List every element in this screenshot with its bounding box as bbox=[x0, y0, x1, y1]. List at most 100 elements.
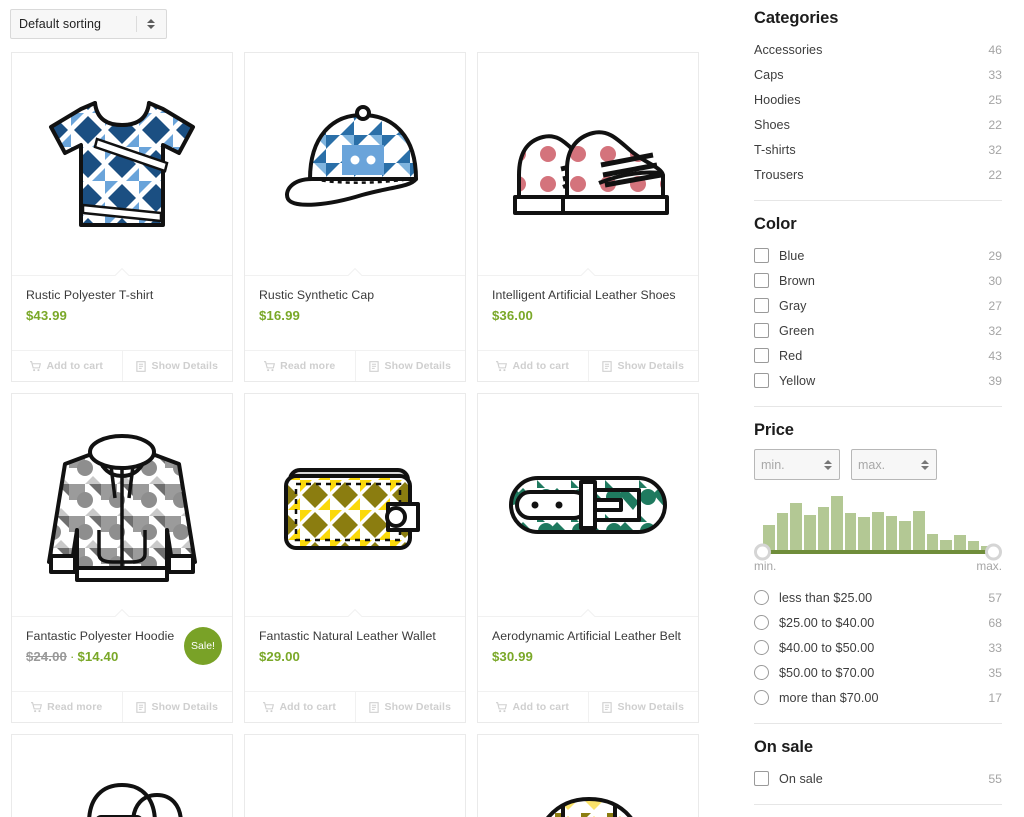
checkbox[interactable] bbox=[754, 373, 769, 388]
category-item[interactable]: Hoodies 25 bbox=[754, 87, 1002, 112]
add-to-cart-button[interactable]: Add to cart bbox=[478, 692, 588, 722]
product-listing-page: Default sorting Rustic Polyester T-shirt… bbox=[0, 0, 1024, 817]
secondary-action-label: Show Details bbox=[384, 701, 452, 713]
price-range-item[interactable]: $50.00 to $70.00 35 bbox=[754, 660, 1002, 685]
color-filter-item[interactable]: Red 43 bbox=[754, 343, 1002, 368]
histogram-bar bbox=[926, 534, 939, 550]
category-item[interactable]: Shoes 22 bbox=[754, 112, 1002, 137]
category-item[interactable]: Caps 33 bbox=[754, 62, 1002, 87]
category-item[interactable]: Accessories 46 bbox=[754, 37, 1002, 62]
color-filter-item[interactable]: Yellow 39 bbox=[754, 368, 1002, 393]
add-to-cart-button[interactable]: Add to cart bbox=[245, 692, 355, 722]
product-price: $36.00 bbox=[492, 308, 684, 323]
on-sale-label: On sale bbox=[779, 771, 823, 786]
product-actions: Add to cart Show Details bbox=[478, 691, 698, 722]
checkbox[interactable] bbox=[754, 323, 769, 338]
product-card[interactable]: Intelligent Artificial Leather Shoes $36… bbox=[477, 52, 699, 382]
spinner-updown-icon[interactable] bbox=[822, 459, 833, 470]
price-range-item[interactable]: $40.00 to $50.00 33 bbox=[754, 635, 1002, 660]
add-to-cart-button[interactable]: Add to cart bbox=[12, 351, 122, 381]
product-title[interactable]: Aerodynamic Artificial Leather Belt bbox=[492, 629, 684, 645]
color-filter-list: Blue 29 Brown 30 Gray 27 Green 32 Red 43 Yellow 39 bbox=[754, 243, 1002, 393]
product-card[interactable]: Fantastic Natural Leather Wallet $29.00 … bbox=[244, 393, 466, 723]
color-filter-item[interactable]: Gray 27 bbox=[754, 293, 1002, 318]
products-toolbar: Default sorting bbox=[0, 0, 744, 52]
sort-by-select[interactable]: Default sorting bbox=[10, 9, 167, 39]
product-card[interactable] bbox=[477, 734, 699, 817]
on-sale-item[interactable]: On sale 55 bbox=[754, 766, 1002, 791]
color-filter-item[interactable]: Brown 30 bbox=[754, 268, 1002, 293]
checkbox[interactable] bbox=[754, 771, 769, 786]
show-details-button[interactable]: Show Details bbox=[121, 692, 233, 722]
checkbox[interactable] bbox=[754, 248, 769, 263]
primary-action-label: Add to cart bbox=[279, 701, 337, 713]
show-details-button[interactable]: Show Details bbox=[354, 351, 466, 381]
product-title[interactable]: Fantastic Natural Leather Wallet bbox=[259, 629, 451, 645]
color-filter-item[interactable]: Blue 29 bbox=[754, 243, 1002, 268]
category-item[interactable]: T-shirts 32 bbox=[754, 137, 1002, 162]
show-details-button[interactable]: Show Details bbox=[354, 692, 466, 722]
product-info: Aerodynamic Artificial Leather Belt $30.… bbox=[478, 617, 698, 691]
radio-button[interactable] bbox=[754, 615, 769, 630]
radio-button[interactable] bbox=[754, 690, 769, 705]
product-title[interactable]: Intelligent Artificial Leather Shoes bbox=[492, 288, 684, 304]
product-price-value: $43.99 bbox=[26, 307, 67, 323]
product-card[interactable]: Rustic Polyester T-shirt $43.99 Add to c… bbox=[11, 52, 233, 382]
histogram-bar bbox=[872, 511, 884, 550]
radio-button[interactable] bbox=[754, 665, 769, 680]
product-image[interactable] bbox=[245, 394, 465, 616]
add-to-cart-button[interactable]: Add to cart bbox=[478, 351, 588, 381]
product-image[interactable] bbox=[478, 735, 698, 817]
price-min-field[interactable]: min. bbox=[754, 449, 840, 480]
product-old-price: $24.00 bbox=[26, 648, 67, 664]
spinner-updown-icon[interactable] bbox=[919, 459, 930, 470]
product-info: Fantastic Natural Leather Wallet $29.00 bbox=[245, 617, 465, 691]
price-slider-handle-max[interactable] bbox=[985, 543, 1002, 561]
add-to-cart-button[interactable]: Read more bbox=[245, 351, 355, 381]
show-details-button[interactable]: Show Details bbox=[587, 692, 699, 722]
primary-action-label: Add to cart bbox=[512, 701, 570, 713]
product-image[interactable] bbox=[12, 53, 232, 275]
widget-price: Price min. max. min. max. less than $25.… bbox=[754, 421, 1002, 710]
item-count: 33 bbox=[988, 67, 1002, 82]
radio-button[interactable] bbox=[754, 640, 769, 655]
secondary-action-label: Show Details bbox=[617, 360, 685, 372]
price-range-item[interactable]: $25.00 to $40.00 68 bbox=[754, 610, 1002, 635]
category-item[interactable]: Trousers 22 bbox=[754, 162, 1002, 187]
show-details-button[interactable]: Show Details bbox=[587, 351, 699, 381]
product-actions: Add to cart Show Details bbox=[478, 350, 698, 381]
product-image[interactable] bbox=[245, 53, 465, 275]
checkbox[interactable] bbox=[754, 273, 769, 288]
divider bbox=[754, 406, 1002, 407]
price-range-track[interactable] bbox=[754, 543, 1002, 561]
show-details-button[interactable]: Show Details bbox=[121, 351, 233, 381]
checkbox[interactable] bbox=[754, 348, 769, 363]
product-image[interactable] bbox=[245, 735, 465, 817]
item-count: 32 bbox=[988, 142, 1002, 157]
product-image[interactable] bbox=[12, 735, 232, 817]
price-min-placeholder: min. bbox=[761, 457, 785, 472]
price-range-item[interactable]: less than $25.00 57 bbox=[754, 585, 1002, 610]
price-max-field[interactable]: max. bbox=[851, 449, 937, 480]
product-image[interactable] bbox=[478, 394, 698, 616]
document-icon bbox=[602, 701, 613, 713]
add-to-cart-button[interactable]: Read more bbox=[12, 692, 122, 722]
product-price-value: $30.99 bbox=[492, 648, 533, 664]
price-range-item[interactable]: more than $70.00 17 bbox=[754, 685, 1002, 710]
product-card[interactable]: Rustic Synthetic Cap $16.99 Read more Sh… bbox=[244, 52, 466, 382]
color-filter-item[interactable]: Green 32 bbox=[754, 318, 1002, 343]
product-card[interactable] bbox=[244, 734, 466, 817]
checkbox[interactable] bbox=[754, 298, 769, 313]
product-card[interactable]: Aerodynamic Artificial Leather Belt $30.… bbox=[477, 393, 699, 723]
product-title[interactable]: Rustic Synthetic Cap bbox=[259, 288, 451, 304]
sort-by-selected-value: Default sorting bbox=[19, 17, 102, 31]
product-card[interactable]: Sale! Fantastic Polyester Hoodie $24.00 ·… bbox=[11, 393, 233, 723]
product-image[interactable] bbox=[478, 53, 698, 275]
price-histogram-slider[interactable]: min. max. bbox=[754, 494, 1002, 573]
radio-button[interactable] bbox=[754, 590, 769, 605]
price-slider-handle-min[interactable] bbox=[754, 543, 771, 561]
product-info: Sale! Fantastic Polyester Hoodie $24.00 ·… bbox=[12, 617, 232, 691]
product-card[interactable] bbox=[11, 734, 233, 817]
product-title[interactable]: Rustic Polyester T-shirt bbox=[26, 288, 218, 304]
product-image[interactable] bbox=[12, 394, 232, 616]
